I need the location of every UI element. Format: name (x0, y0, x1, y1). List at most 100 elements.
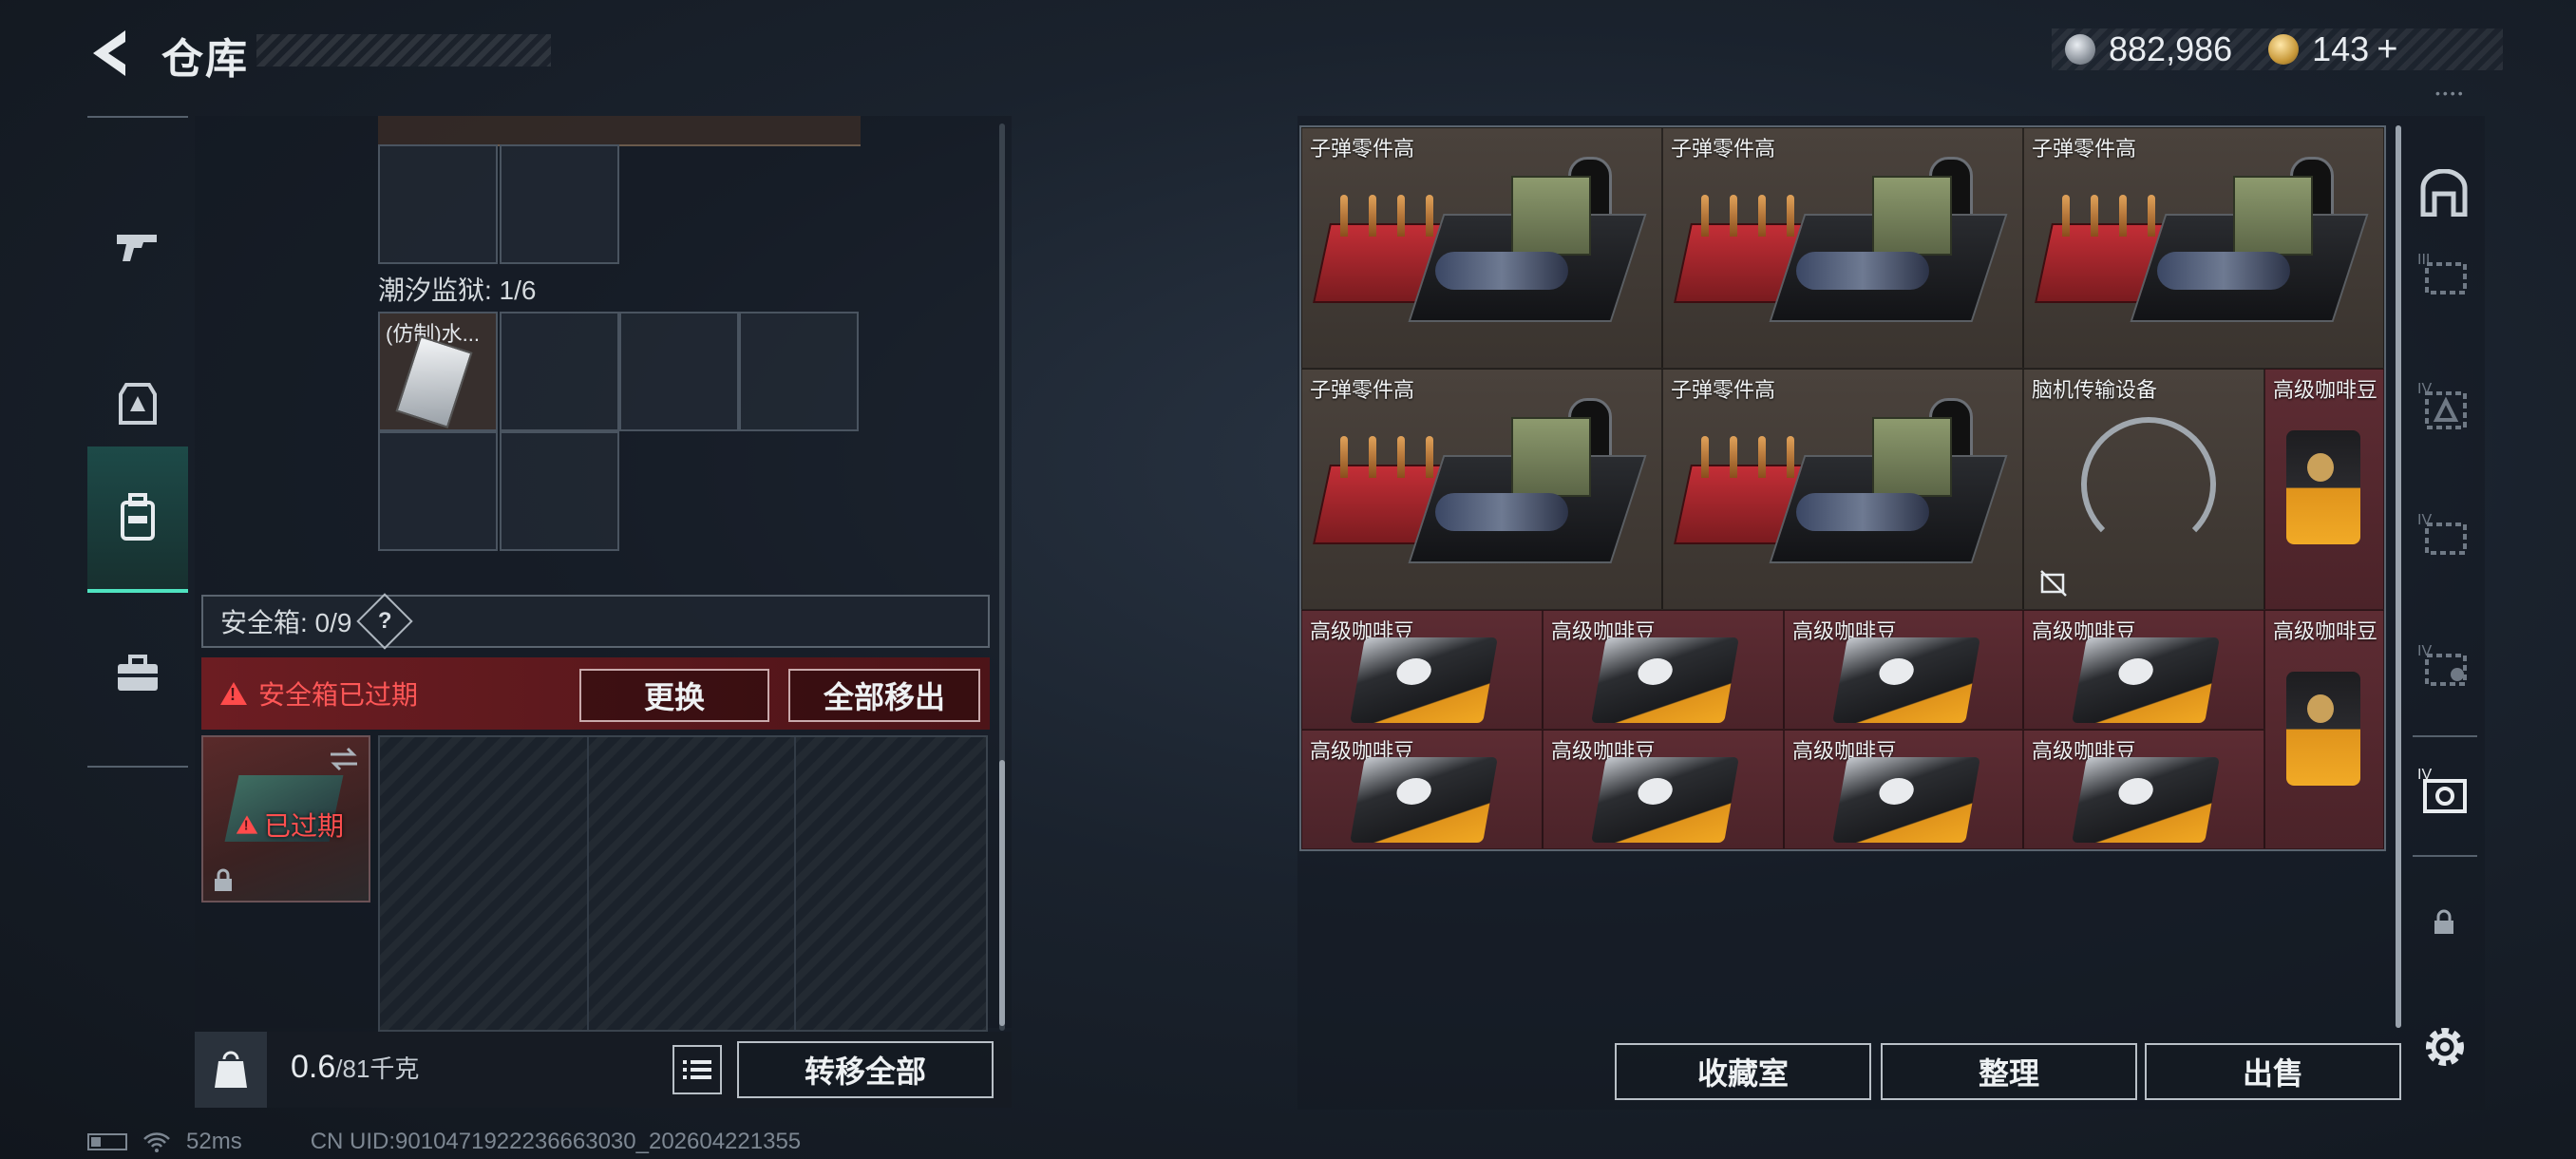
grid-cell[interactable] (739, 312, 859, 431)
safebox-item[interactable]: 已过期 (201, 735, 370, 902)
stash-page-4d-active[interactable]: IV (2409, 756, 2479, 826)
coffee-bag-icon (1591, 637, 1739, 723)
svg-text:IV: IV (2417, 643, 2432, 659)
uid-readout: CN UID:9010471922236663030_202604221355 (310, 1129, 802, 1154)
stash-item[interactable]: 高级咖啡豆 (2023, 730, 2264, 849)
grid-cell[interactable] (500, 431, 619, 551)
stash-item[interactable]: 脑机传输设备 (2023, 369, 2264, 610)
ammo-parts-icon (2035, 157, 2369, 347)
inventory-scrollbar[interactable] (999, 124, 1005, 1031)
add-currency-button[interactable]: + (2377, 29, 2397, 70)
stash-item[interactable]: 子弹零件高 (2023, 127, 2384, 369)
stash-item[interactable]: 高级咖啡豆 (1543, 730, 1784, 849)
grid-cell[interactable] (378, 144, 498, 264)
stash-item[interactable]: 高级咖啡豆 (1301, 730, 1543, 849)
svg-text:III: III (2417, 252, 2430, 268)
nav-backpack[interactable] (87, 446, 188, 593)
stash-page-4c[interactable]: IV (2409, 631, 2479, 701)
coffee-bag-icon (2286, 430, 2360, 544)
nav-briefcase[interactable] (87, 602, 188, 745)
ammo-parts-icon (1313, 157, 1647, 347)
coffee-bag-icon (1832, 757, 1980, 843)
page-iv-icon: IV (2417, 512, 2467, 555)
coffee-bag-icon (1350, 637, 1498, 723)
list-view-button[interactable] (672, 1045, 722, 1094)
stash-item[interactable]: 高级咖啡豆 (1543, 610, 1784, 730)
warning-icon (236, 815, 258, 834)
prison-item-slot[interactable]: (仿制)水... (378, 312, 498, 431)
grid-cell[interactable] (619, 312, 739, 431)
no-insure-icon (2040, 570, 2067, 597)
stash-item[interactable]: 子弹零件高 (1662, 369, 2023, 610)
stash-page-3[interactable]: III (2409, 239, 2479, 310)
status-bar: 52ms CN UID:9010471922236663030_20260422… (87, 1129, 801, 1155)
back-arrow-icon[interactable] (87, 27, 135, 80)
expired-status: 已过期 (264, 811, 345, 841)
stash-item[interactable]: 高级咖啡豆 (2264, 369, 2384, 610)
sell-button[interactable]: 出售 (2145, 1043, 2401, 1100)
safebox-grid[interactable] (378, 735, 988, 1032)
stash-item[interactable]: 高级咖啡豆 (1784, 610, 2023, 730)
stash-item[interactable]: 子弹零件高 (1301, 369, 1662, 610)
grid-cell[interactable] (500, 144, 619, 264)
stash-item[interactable]: 子弹零件高 (1662, 127, 2023, 369)
page-title: 仓库 (161, 36, 249, 83)
item-name: 脑机传输设备 (2032, 378, 2158, 402)
stash-item[interactable]: 高级咖啡豆 (1301, 610, 1543, 730)
stash-grid: 子弹零件高 子弹零件高 子弹零件高 子弹零件高 子弹零件高 脑机传输设备 高级咖… (1299, 125, 2386, 851)
gold-amount: 143 (2312, 29, 2370, 68)
expired-message: 安全箱已过期 (258, 680, 419, 710)
safebox-help-icon[interactable]: ? (356, 593, 414, 650)
list-icon (683, 1060, 711, 1079)
wifi-icon (143, 1132, 170, 1152)
stash-page-4b[interactable]: IV (2409, 500, 2479, 570)
gold-coin-icon (2268, 34, 2300, 65)
gun-icon (117, 235, 157, 261)
replace-button[interactable]: 更换 (579, 669, 769, 722)
sort-button[interactable]: 整理 (1881, 1043, 2137, 1100)
ammo-parts-icon (1313, 398, 1647, 588)
coffee-bag-icon (2286, 672, 2360, 786)
stash-item[interactable]: 子弹零件高 (1301, 127, 1662, 369)
armor-icon (119, 383, 157, 425)
lock-icon (2434, 909, 2453, 934)
stash-item[interactable]: 高级咖啡豆 (1784, 730, 2023, 849)
stash-page-home[interactable] (2409, 158, 2479, 228)
collection-room-button[interactable]: 收藏室 (1615, 1043, 1871, 1100)
item-name: 高级咖啡豆 (2273, 619, 2378, 643)
scrollbar-thumb[interactable] (999, 760, 1005, 1026)
stash-page-locked[interactable] (2409, 887, 2479, 958)
swap-icon (331, 747, 357, 771)
ammo-parts-icon (1674, 398, 2008, 588)
scrollbar-thumb[interactable] (2396, 125, 2401, 1028)
weight-readout: 0.6/81千克 (291, 1049, 420, 1085)
page-iv-camera-icon: IV (2417, 767, 2467, 813)
water-card-icon (395, 335, 473, 428)
ping-readout: 52ms (186, 1129, 242, 1154)
silver-coin-icon (2065, 34, 2095, 65)
nav-weapons[interactable] (87, 175, 188, 317)
coffee-bag-icon (1591, 757, 1739, 843)
ammo-parts-icon (1674, 157, 2008, 347)
svg-text:IV: IV (2417, 381, 2432, 397)
safebox-label: 安全箱: 0/9 (220, 608, 352, 637)
container-row-partial (378, 116, 861, 146)
item-name: 高级咖啡豆 (2273, 378, 2378, 402)
stash-item[interactable]: 高级咖啡豆 (2264, 610, 2384, 849)
grid-cell[interactable] (378, 431, 498, 551)
weight-icon-box (195, 1032, 267, 1108)
grid-cell[interactable] (500, 312, 619, 431)
stash-item[interactable]: 高级咖啡豆 (2023, 610, 2264, 730)
stash-scrollbar[interactable] (2396, 125, 2401, 1028)
settings-gear-icon[interactable] (2420, 1022, 2470, 1072)
battery-icon (87, 1133, 127, 1150)
currency-bar: 882,986 143 + (2052, 28, 2503, 70)
weight-icon (215, 1051, 247, 1088)
transfer-all-button[interactable]: 转移全部 (737, 1041, 994, 1098)
left-nav (87, 116, 188, 768)
stash-page-4a[interactable]: IV (2409, 370, 2479, 441)
svg-text:IV: IV (2417, 512, 2432, 528)
move-all-out-button[interactable]: 全部移出 (788, 669, 980, 722)
coffee-bag-icon (1832, 637, 1980, 723)
coffee-bag-icon (2072, 637, 2220, 723)
